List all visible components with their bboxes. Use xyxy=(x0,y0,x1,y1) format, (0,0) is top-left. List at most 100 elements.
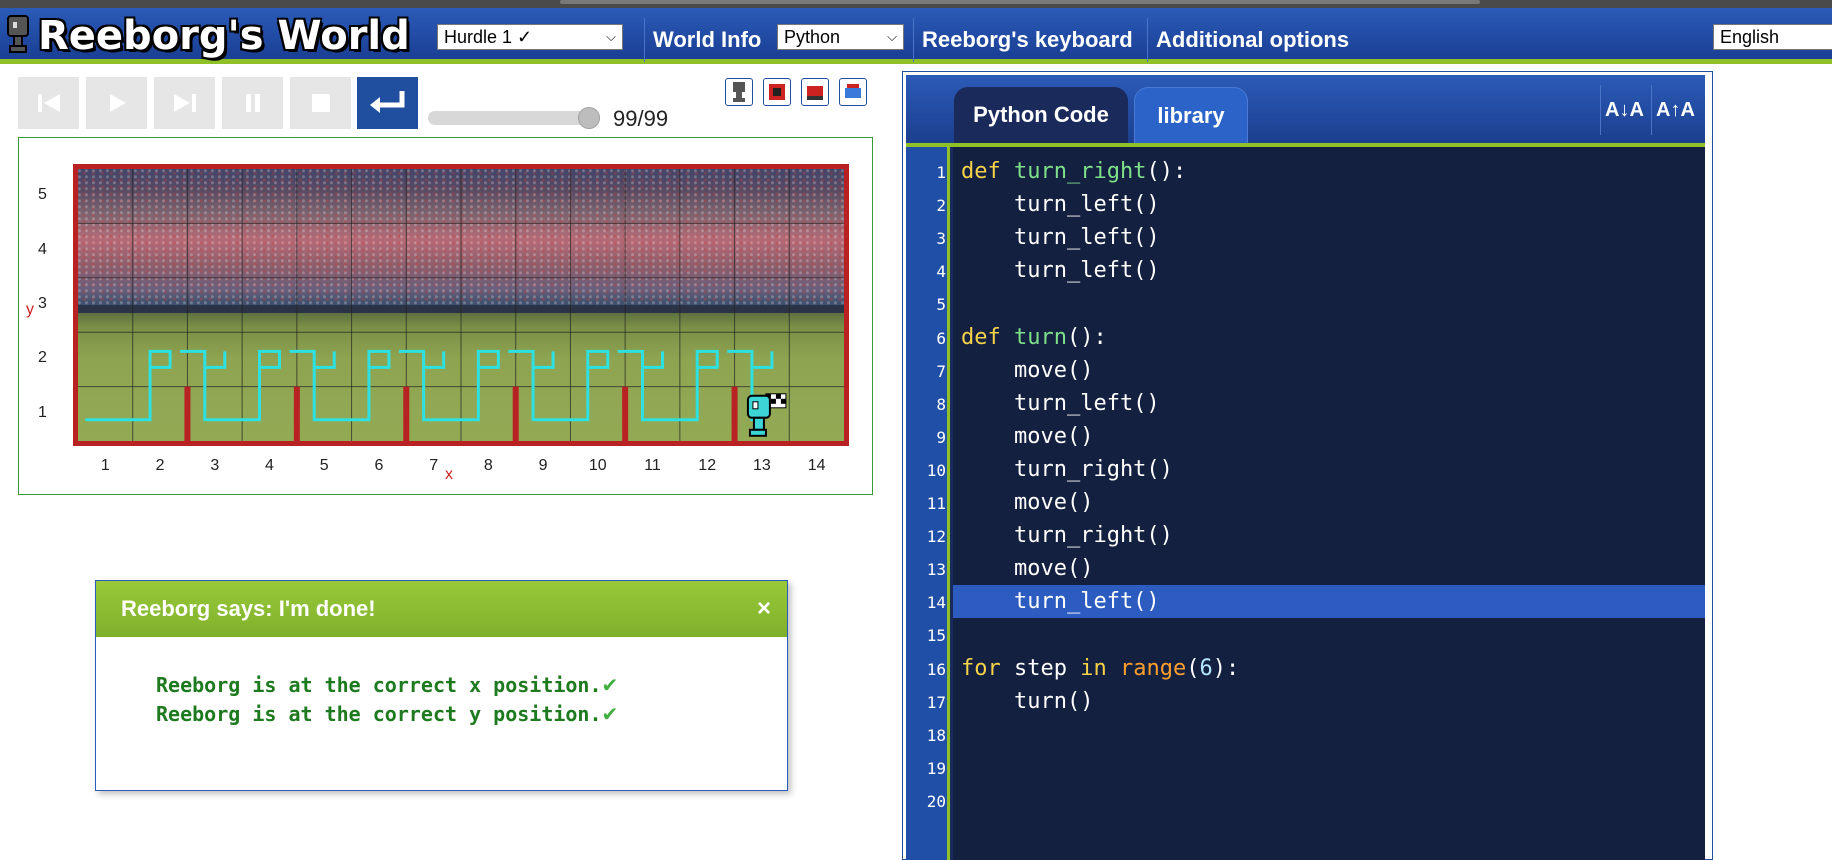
reverse-step-button[interactable] xyxy=(18,77,79,129)
code-line[interactable] xyxy=(953,287,1705,320)
code-line[interactable] xyxy=(953,751,1705,784)
x-axis-letter: x xyxy=(445,466,453,483)
editor-tabs-bar: Python Code library A↓A A↑A xyxy=(906,75,1705,143)
code-line[interactable]: def turn(): xyxy=(953,321,1705,354)
slider-knob[interactable] xyxy=(578,107,600,129)
x-tick-label: 6 xyxy=(374,457,384,474)
line-number: 16 xyxy=(926,659,946,679)
hurdle-wall xyxy=(403,386,410,441)
walls-tool-button[interactable] xyxy=(763,78,791,106)
code-line[interactable]: turn_left() xyxy=(953,188,1705,221)
code-line[interactable]: turn_left() xyxy=(953,254,1705,287)
ui-language-value: English xyxy=(1720,26,1780,47)
check-icon: ✔ xyxy=(601,673,619,697)
code-line[interactable]: move() xyxy=(953,354,1705,387)
done-dialog: Reeborg says: I'm done! × Reeborg is at … xyxy=(95,580,788,791)
line-number: 12 xyxy=(926,527,946,547)
app-header: Reeborg's World Hurdle 1 ✓ ⌵ World Info … xyxy=(0,8,1832,64)
reeborg-keyboard-button[interactable]: Reeborg's keyboard xyxy=(913,18,1141,62)
decrease-font-button[interactable]: A↓A xyxy=(1600,85,1648,135)
line-number: 8 xyxy=(936,394,946,414)
tab-library[interactable]: library xyxy=(1134,87,1248,143)
x-tick-label: 9 xyxy=(538,457,548,474)
code-line[interactable]: turn_right() xyxy=(953,453,1705,486)
stop-button[interactable] xyxy=(290,77,351,129)
x-tick-label: 3 xyxy=(210,457,220,474)
x-tick-label: 5 xyxy=(319,457,329,474)
pause-icon xyxy=(245,94,260,112)
code-line[interactable]: move() xyxy=(953,552,1705,585)
ui-language-select[interactable]: English xyxy=(1713,24,1832,50)
code-line[interactable]: turn_left() xyxy=(953,387,1705,420)
code-line[interactable]: move() xyxy=(953,420,1705,453)
scrollbar-thumb[interactable] xyxy=(560,0,1480,4)
robot-icon xyxy=(733,82,745,102)
increase-font-button[interactable]: A↑A xyxy=(1651,85,1699,135)
reeborg-robot-icon xyxy=(7,15,29,53)
reload-button[interactable] xyxy=(357,77,418,129)
code-line[interactable] xyxy=(953,784,1705,817)
y-tick-label: 2 xyxy=(38,349,47,367)
message-x: Reeborg is at the correct x position.✔ xyxy=(156,671,787,700)
tab-python-code[interactable]: Python Code xyxy=(954,87,1128,143)
language-select-value: Python xyxy=(784,26,841,47)
run-button[interactable] xyxy=(86,77,147,129)
code-line[interactable] xyxy=(953,618,1705,651)
code-area[interactable]: def turn_right(): turn_left() turn_left(… xyxy=(953,147,1705,860)
check-icon: ✔ xyxy=(601,702,619,726)
code-line[interactable]: turn_right() xyxy=(953,519,1705,552)
robot-tool-button[interactable] xyxy=(725,78,753,106)
x-tick-label: 2 xyxy=(155,457,165,474)
world-select-value: Hurdle 1 ✓ xyxy=(444,26,533,47)
code-line[interactable]: turn_left() xyxy=(953,221,1705,254)
line-number: 9 xyxy=(936,427,946,447)
hurdle-wall xyxy=(731,386,738,441)
return-arrow-icon xyxy=(369,91,404,113)
hurdle-wall xyxy=(184,386,191,441)
skip-forward-icon xyxy=(173,94,196,112)
code-editor-panel: Python Code library A↓A A↑A 1 2 3 4 5 6 7 8 9 10 1… xyxy=(906,75,1705,860)
x-tick-label: 7 xyxy=(429,457,439,474)
additional-options-button[interactable]: Additional options xyxy=(1147,18,1357,62)
app-title: Reeborg's World xyxy=(38,13,410,59)
line-number: 6 xyxy=(936,328,946,348)
play-icon xyxy=(109,94,126,112)
line-number: 19 xyxy=(926,758,946,778)
line-number: 1 xyxy=(936,163,946,182)
wall-icon xyxy=(769,84,785,100)
code-line[interactable]: turn_left() xyxy=(953,585,1705,619)
hurdle-wall xyxy=(512,386,519,441)
code-line[interactable]: move() xyxy=(953,486,1705,519)
dialog-title: Reeborg says: I'm done! xyxy=(121,596,376,621)
language-select[interactable]: Python ⌵ xyxy=(777,24,904,50)
step-button[interactable] xyxy=(154,77,215,129)
dialog-header: Reeborg says: I'm done! × xyxy=(96,581,787,637)
close-icon[interactable]: × xyxy=(757,595,771,623)
code-line[interactable] xyxy=(953,718,1705,751)
world-select[interactable]: Hurdle 1 ✓ ⌵ xyxy=(437,24,623,50)
code-line[interactable]: def turn_right(): xyxy=(953,155,1705,188)
hurdle-wall xyxy=(622,386,629,441)
world-tool-button[interactable] xyxy=(839,78,867,106)
pause-button[interactable] xyxy=(222,77,283,129)
y-axis-letter: y xyxy=(26,301,34,318)
speed-slider[interactable] xyxy=(428,107,600,129)
line-number: 7 xyxy=(936,361,946,381)
chevron-down-icon: ⌵ xyxy=(887,29,897,44)
robot-body xyxy=(746,394,771,419)
line-number: 20 xyxy=(926,791,946,811)
x-tick-label: 8 xyxy=(483,457,493,474)
world-grid xyxy=(73,164,849,446)
code-line[interactable]: turn() xyxy=(953,685,1705,718)
line-number: 18 xyxy=(926,725,946,745)
objects-tool-button[interactable] xyxy=(801,78,829,106)
robot-eye xyxy=(752,401,759,410)
line-number-gutter: 1 2 3 4 5 6 7 8 9 10 11 12 13 14 15 16 17 18 19 20 xyxy=(906,147,950,860)
x-tick-label: 1 xyxy=(100,457,110,474)
skip-back-icon xyxy=(37,94,60,112)
x-tick-label: 14 xyxy=(807,457,826,474)
x-tick-label: 4 xyxy=(265,457,274,474)
world-info-button[interactable]: World Info xyxy=(644,18,769,62)
hurdle-wall xyxy=(293,386,300,441)
code-line[interactable]: for step in range(6): xyxy=(953,652,1705,685)
